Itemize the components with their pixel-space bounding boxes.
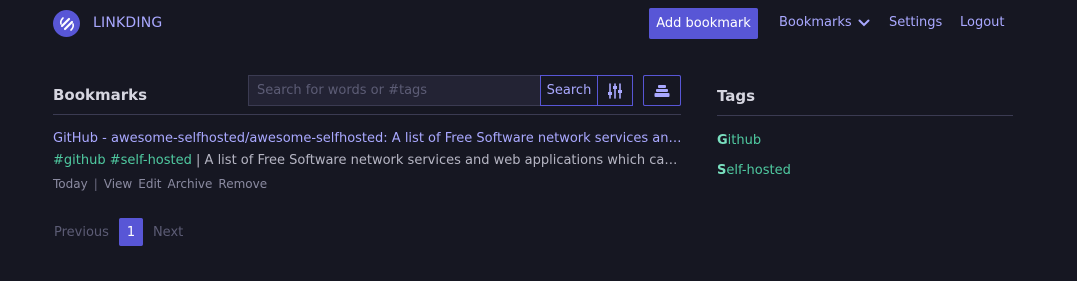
bookmark-description: A list of Free Software network services…	[204, 153, 683, 168]
nav-logout-link[interactable]: Logout	[960, 15, 1005, 30]
edit-action[interactable]: Edit	[138, 177, 161, 191]
tag-description-separator: |	[191, 153, 205, 168]
nav-settings-link[interactable]: Settings	[889, 15, 942, 30]
tag-cloud-self-hosted[interactable]: Self-hosted	[717, 163, 791, 178]
bulk-edit-button[interactable]	[643, 75, 681, 106]
tag-rest: elf-hosted	[726, 163, 791, 178]
bookmark-description-line: #github #self-hosted | A list of Free So…	[53, 153, 683, 168]
search-button[interactable]: Search	[540, 75, 598, 106]
nav-bookmarks-dropdown[interactable]: Bookmarks	[779, 15, 870, 30]
archive-action[interactable]: Archive	[168, 177, 213, 191]
current-page[interactable]: 1	[118, 218, 143, 246]
bookmark-tag-self-hosted[interactable]: #self-hosted	[110, 153, 192, 168]
top-navbar: LINKDING Add bookmark Bookmarks Settings…	[0, 0, 1077, 48]
tags-heading: Tags	[717, 87, 756, 105]
tag-rest: ithub	[727, 133, 762, 148]
filter-options-button[interactable]	[598, 75, 633, 106]
tag-initial: S	[717, 163, 727, 178]
next-page-link[interactable]: Next	[153, 225, 183, 240]
add-bookmark-button[interactable]: Add bookmark	[649, 8, 758, 39]
search-form: Search	[248, 75, 633, 106]
bookmark-title-link[interactable]: GitHub - awesome-selfhosted/awesome-self…	[53, 131, 683, 146]
tag-initial: G	[717, 133, 728, 148]
bookmark-tag-github[interactable]: #github	[53, 153, 106, 168]
search-input[interactable]	[248, 75, 540, 106]
stack-icon	[654, 84, 670, 97]
bookmarks-heading: Bookmarks	[53, 86, 148, 104]
previous-page-link[interactable]: Previous	[54, 225, 109, 240]
nav-bookmarks-label: Bookmarks	[779, 15, 852, 30]
chevron-down-icon	[858, 19, 870, 26]
remove-action[interactable]: Remove	[218, 177, 267, 191]
pagination: Previous 1 Next	[54, 218, 183, 246]
tag-cloud-github[interactable]: Github	[717, 133, 761, 148]
bookmark-actions: Today | View Edit Archive Remove	[53, 177, 267, 191]
sliders-icon	[608, 82, 622, 99]
app-name[interactable]: LINKDING	[93, 15, 162, 31]
bookmark-date: Today	[53, 177, 88, 191]
date-separator: |	[93, 177, 98, 191]
tags-divider	[717, 115, 1013, 116]
link-logo-icon[interactable]	[53, 10, 80, 37]
view-action[interactable]: View	[104, 177, 132, 191]
bookmarks-divider	[53, 114, 681, 115]
